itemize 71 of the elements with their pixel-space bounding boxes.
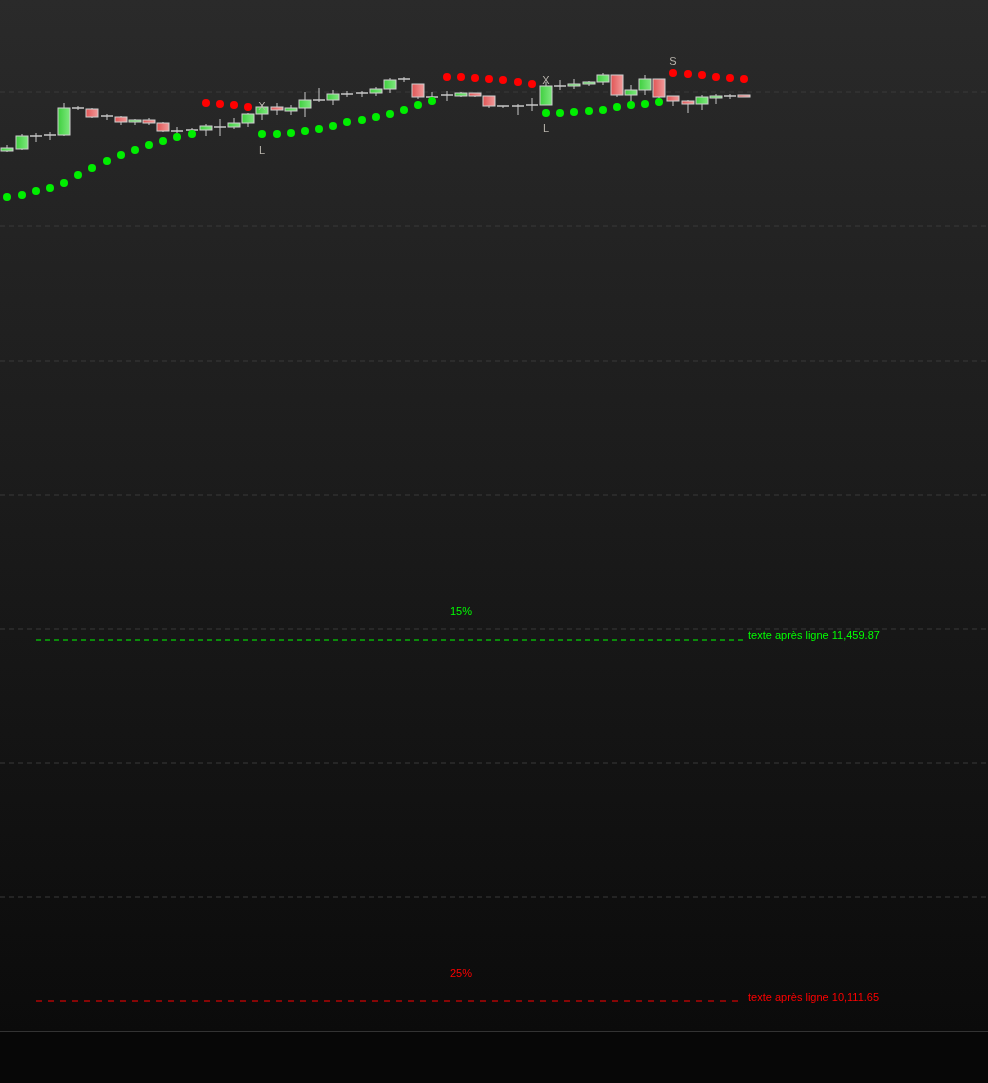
sar-dot [74, 171, 82, 179]
candlestick [681, 99, 695, 114]
candlestick [695, 94, 709, 111]
sar-dot [343, 118, 351, 126]
sar-dot [60, 179, 68, 187]
sar-dot [684, 70, 692, 78]
signal-marker: L [258, 144, 266, 156]
sar-dot [443, 73, 451, 81]
sar-dot [173, 133, 181, 141]
candlestick [255, 103, 269, 121]
candlestick [241, 112, 255, 128]
sar-dot [655, 98, 663, 106]
sar-dot [18, 191, 26, 199]
candlestick [624, 84, 638, 103]
sar-dot [599, 106, 607, 114]
sar-dot [400, 106, 408, 114]
sar-dot [131, 146, 139, 154]
sar-dot [301, 127, 309, 135]
sar-dot [428, 97, 436, 105]
sar-dot [244, 103, 252, 111]
candlestick [142, 117, 156, 126]
candlestick [114, 115, 128, 126]
sar-dot [556, 109, 564, 117]
sar-dot [414, 101, 422, 109]
sar-dot [159, 137, 167, 145]
sar-dot [471, 74, 479, 82]
sar-dot [457, 73, 465, 81]
sar-dot [145, 141, 153, 149]
sar-dot [117, 151, 125, 159]
sar-dot [273, 130, 281, 138]
sar-dot [188, 130, 196, 138]
sar-dot [528, 80, 536, 88]
signal-marker: L [542, 122, 550, 134]
signal-marker: X [542, 74, 550, 86]
sar-dot [585, 107, 593, 115]
sar-dot [698, 71, 706, 79]
sar-dot [202, 99, 210, 107]
sar-dot [88, 164, 96, 172]
sar-dot [627, 101, 635, 109]
sar-dot [3, 193, 11, 201]
level-percent: 15% [450, 605, 473, 617]
sar-dot [32, 187, 40, 195]
level-percent: 25% [450, 967, 473, 979]
sar-dot [315, 125, 323, 133]
sar-dot [669, 69, 677, 77]
sar-dot [287, 129, 295, 137]
sar-dot [712, 73, 720, 81]
sar-dot [358, 116, 366, 124]
sar-dot [258, 130, 266, 138]
sar-dot [329, 122, 337, 130]
sar-dot [230, 101, 238, 109]
sar-dot [542, 109, 550, 117]
sar-dot [216, 100, 224, 108]
sar-dot [613, 103, 621, 111]
sar-dot [499, 76, 507, 84]
sar-dot [726, 74, 734, 82]
sar-dot [514, 78, 522, 86]
candlestick [270, 102, 284, 116]
sar-dot [372, 113, 380, 121]
sar-dot [386, 110, 394, 118]
sar-dot [570, 108, 578, 116]
sar-dot [485, 75, 493, 83]
sar-dot [641, 100, 649, 108]
signal-marker: S [669, 55, 677, 67]
level-label: texte après ligne 11,459.87 [748, 629, 880, 641]
sar-dot [46, 184, 54, 192]
candlestick [638, 74, 652, 96]
signal-marker: X [258, 100, 266, 112]
sar-dot [740, 75, 748, 83]
level-label: texte après ligne 10,111.65 [748, 991, 880, 1003]
sar-dot [103, 157, 111, 165]
